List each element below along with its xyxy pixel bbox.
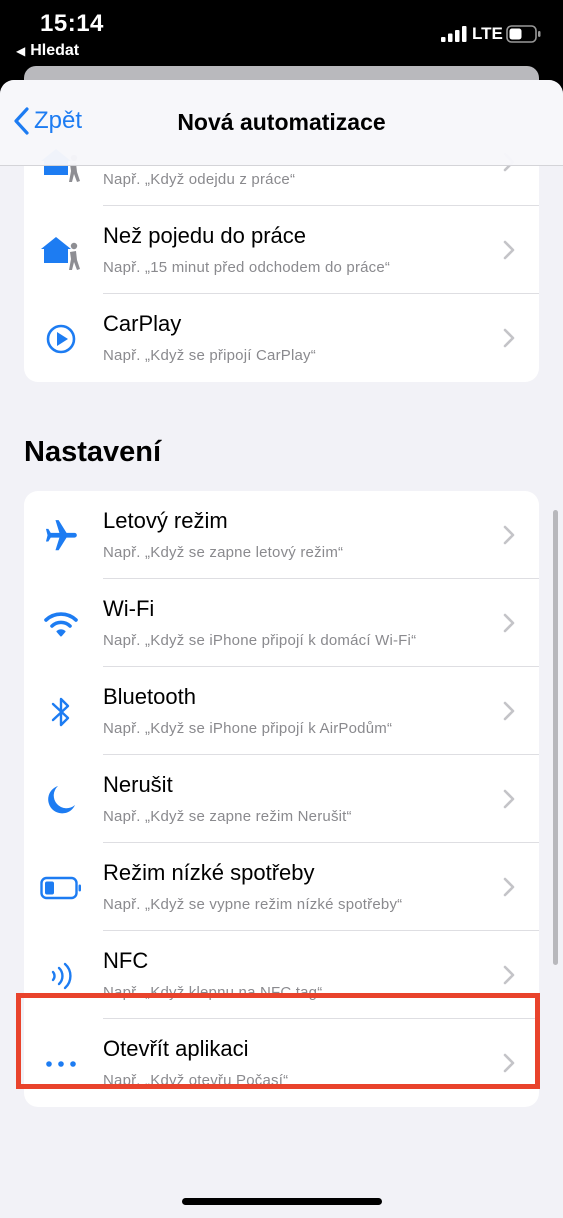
list-item-before-commute[interactable]: Než pojedu do práce Např. „15 minut před…: [24, 206, 539, 294]
chevron-right-icon: [503, 613, 515, 633]
list-item-bluetooth[interactable]: Bluetooth Např. „Když se iPhone připojí …: [24, 667, 539, 755]
chevron-right-icon: [503, 525, 515, 545]
list-item-title: NFC: [103, 948, 149, 973]
home-person-icon: [38, 228, 84, 274]
highlight-box: [16, 993, 540, 1089]
list-item-subtitle: Např. „Když se iPhone připojí k AirPodům…: [103, 720, 393, 737]
list-item-title: Nerušit: [103, 772, 173, 797]
chevron-right-icon: [503, 965, 515, 985]
list-item-title: CarPlay: [103, 311, 182, 336]
home-indicator[interactable]: [182, 1198, 382, 1205]
list-item-title: Wi-Fi: [103, 596, 155, 621]
list-item-wifi[interactable]: Wi-Fi Např. „Když se iPhone připojí k do…: [24, 579, 539, 667]
list-item-subtitle: Např. „Když se připojí CarPlay“: [103, 347, 316, 364]
chevron-right-icon: [503, 877, 515, 897]
section-header: Nastavení: [24, 436, 162, 468]
list-item-airplane-mode[interactable]: Letový režim Např. „Když se zapne letový…: [24, 491, 539, 579]
list-item-subtitle: Např. „Když odejdu z práce“: [103, 171, 296, 188]
list-item-subtitle: Např. „Když se zapne režim Nerušit“: [103, 808, 352, 825]
list-item-title: Bluetooth: [103, 684, 196, 709]
list-item-carplay[interactable]: CarPlay Např. „Když se připojí CarPlay“: [24, 294, 539, 382]
list-item-title: Než pojedu do práce: [103, 223, 307, 248]
chevron-right-icon: [503, 328, 515, 348]
back-to-app-link[interactable]: ◀ Hledat: [16, 42, 79, 60]
moon-icon: [38, 777, 84, 823]
navigation-bar: Zpět Nová automatizace: [0, 80, 563, 166]
chevron-right-icon: [503, 240, 515, 260]
list-item-do-not-disturb[interactable]: Nerušit Např. „Když se zapne režim Neruš…: [24, 755, 539, 843]
list-item-subtitle: Např. „Když se iPhone připojí k domácí W…: [103, 632, 417, 649]
battery-low-icon: [38, 865, 84, 911]
network-type: LTE: [472, 24, 503, 43]
list-item-title: Režim nízké spotřeby: [103, 860, 315, 885]
wifi-icon: [38, 601, 84, 647]
modal-sheet: Např. „Když odejdu z práce“ Než pojedu d…: [0, 80, 563, 1218]
chevron-right-icon: [503, 789, 515, 809]
chevron-right-icon: [503, 701, 515, 721]
status-bar: 15:14 ◀ Hledat LTE: [0, 0, 563, 66]
list-item-subtitle: Např. „Když se vypne režim nízké spotřeb…: [103, 896, 403, 913]
back-triangle-icon: ◀: [16, 44, 26, 58]
list-item-low-power-mode[interactable]: Režim nízké spotřeby Např. „Když se vypn…: [24, 843, 539, 931]
list-item-title: Letový režim: [103, 508, 228, 533]
status-time: 15:14: [40, 10, 104, 37]
bluetooth-icon: [38, 689, 84, 735]
list-item-subtitle: Např. „Když se zapne letový režim“: [103, 544, 344, 561]
airplane-icon: [38, 513, 84, 559]
back-app-label: Hledat: [30, 42, 80, 59]
scrollbar[interactable]: [553, 510, 558, 965]
list-item-subtitle: Např. „15 minut před odchodem do práce“: [103, 259, 391, 276]
carplay-icon: [38, 316, 84, 362]
signal-icon: [441, 26, 467, 42]
battery-icon: [506, 25, 541, 43]
page-title: Nová automatizace: [177, 109, 386, 135]
